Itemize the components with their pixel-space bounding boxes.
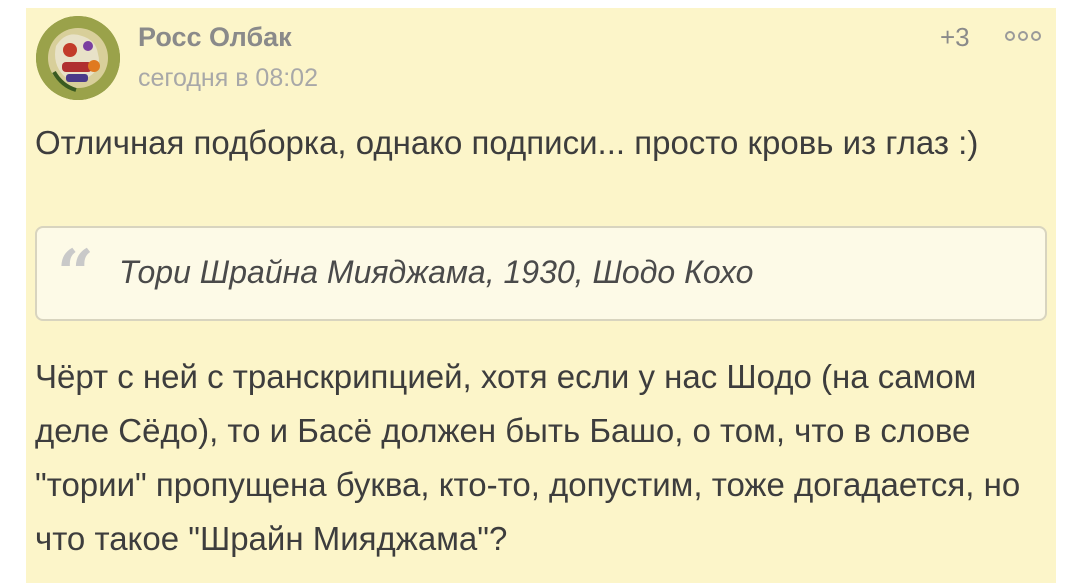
avatar-image xyxy=(36,16,120,100)
quote-block: “ Тори Шрайна Мияджама, 1930, Шодо Кохо xyxy=(35,226,1047,321)
comment-card: Росс Олбак сегодня в 08:02 +3 Отличная п… xyxy=(26,8,1056,583)
comment-paragraph: Чёрт с ней с транскрипцией, хотя если у … xyxy=(35,358,1021,557)
more-dots-icon[interactable] xyxy=(1004,29,1042,41)
avatar[interactable] xyxy=(36,16,120,100)
quote-icon: “ xyxy=(57,236,94,311)
quote-text: Тори Шрайна Мияджама, 1930, Шодо Кохо xyxy=(119,254,754,290)
comment-timestamp[interactable]: сегодня в 08:02 xyxy=(138,64,318,93)
comment-paragraph: Отличная подборка, однако подписи... про… xyxy=(35,124,979,161)
rating-count: +3 xyxy=(940,22,970,52)
author-name[interactable]: Росс Олбак xyxy=(138,22,292,53)
